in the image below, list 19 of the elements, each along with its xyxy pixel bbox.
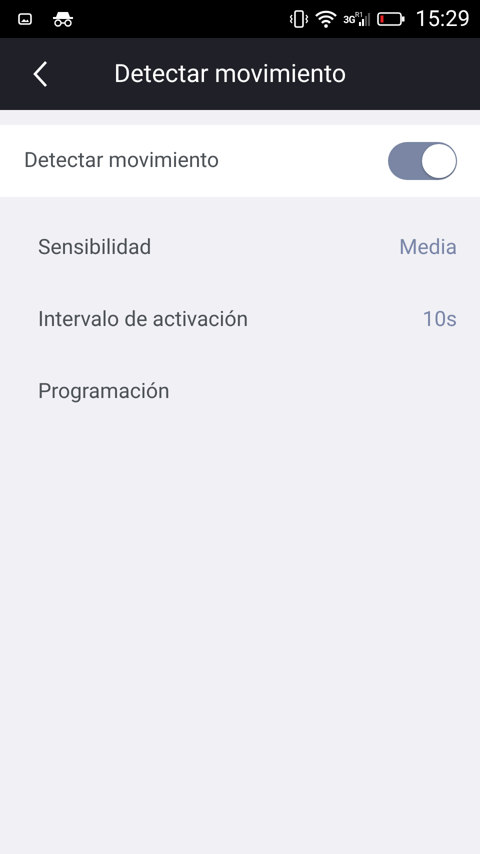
setting-label: Programación xyxy=(38,380,170,404)
image-icon xyxy=(18,13,32,25)
toggle-switch[interactable] xyxy=(388,142,457,180)
network-type: 3G xyxy=(343,15,355,26)
wifi-icon xyxy=(315,10,338,28)
setting-label: Intervalo de activación xyxy=(38,308,248,332)
setting-row[interactable]: Sensibilidad Media xyxy=(0,212,480,284)
setting-label: Sensibilidad xyxy=(38,236,152,260)
setting-value: Media xyxy=(399,236,457,260)
battery-icon xyxy=(377,11,406,27)
incognito-icon xyxy=(52,11,74,27)
back-icon xyxy=(32,60,48,88)
setting-row[interactable]: Intervalo de activación 10s xyxy=(0,284,480,356)
screen-title: Detectar movimiento xyxy=(114,60,346,88)
setting-label: Detectar movimiento xyxy=(24,149,219,173)
vibrate-icon xyxy=(289,9,310,29)
setting-row[interactable]: Programación xyxy=(0,356,480,428)
setting-value: 10s xyxy=(422,308,457,332)
status-time: 15:29 xyxy=(415,6,470,32)
